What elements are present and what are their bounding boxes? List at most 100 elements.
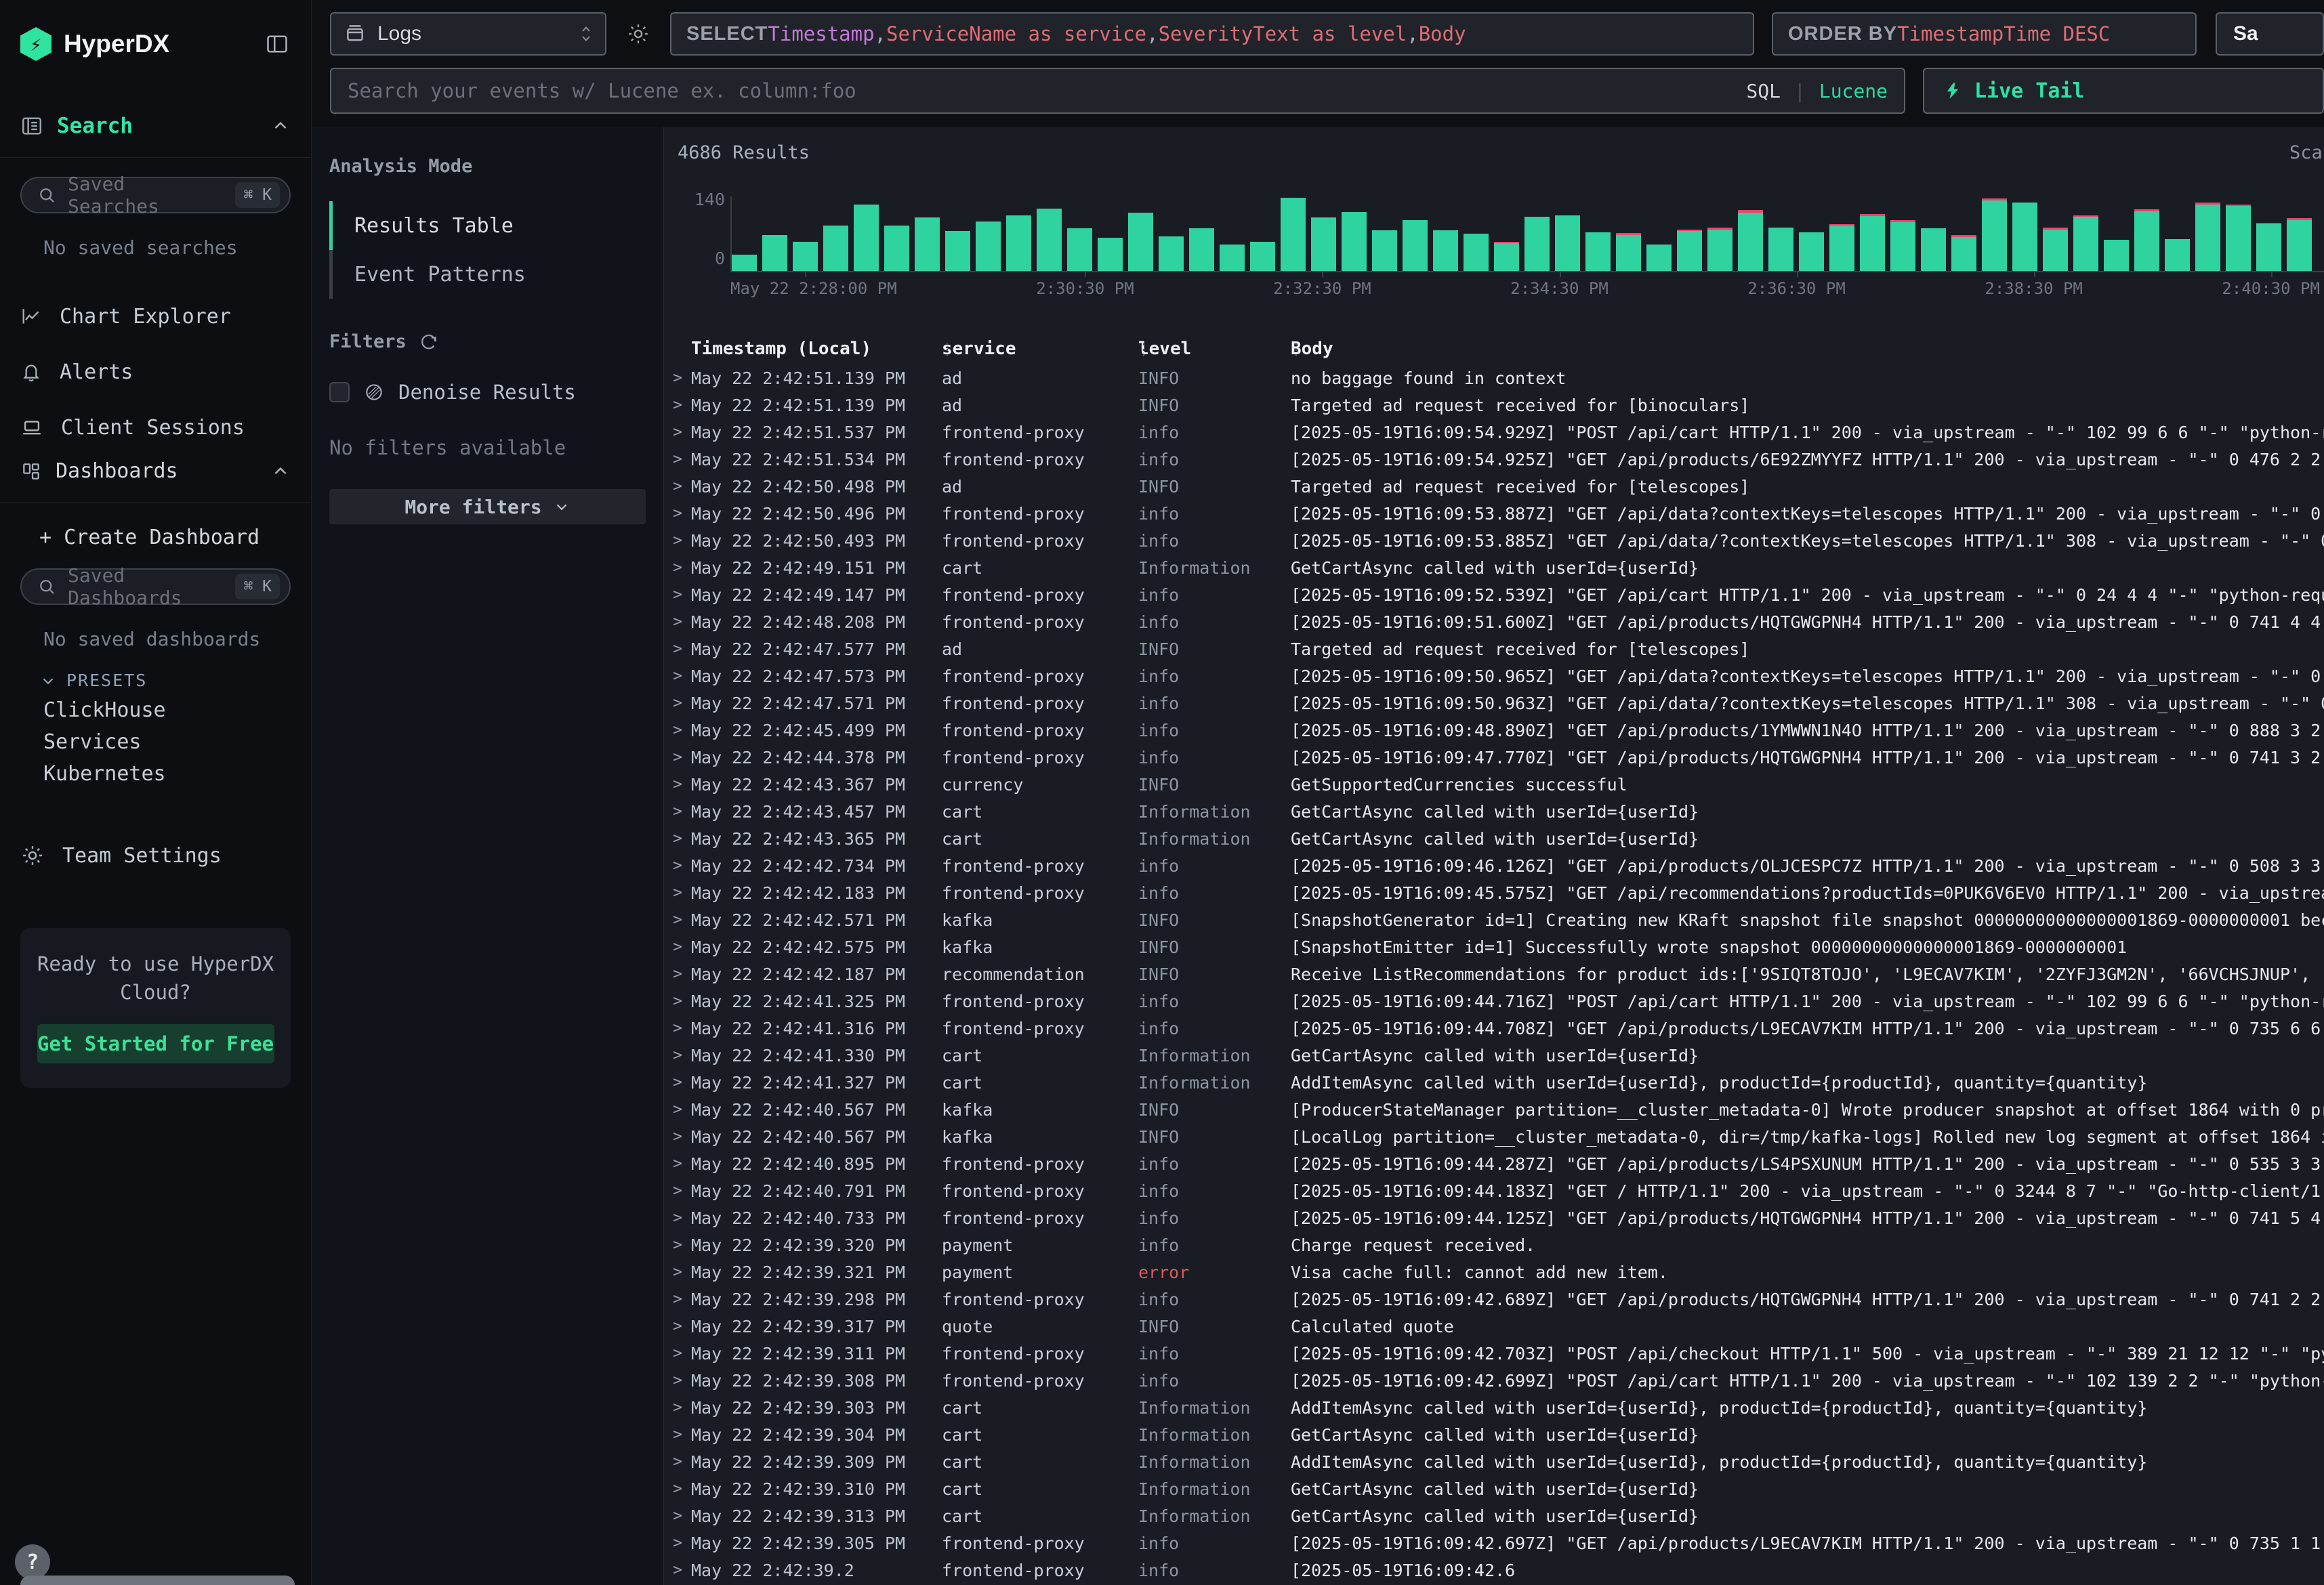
table-row[interactable]: >May 22 2:42:51.537 PMfrontend-proxyinfo… — [664, 419, 2324, 446]
row-expand-chevron[interactable]: > — [664, 1345, 691, 1362]
row-expand-chevron[interactable]: > — [664, 369, 691, 387]
row-expand-chevron[interactable]: > — [664, 1317, 691, 1335]
row-expand-chevron[interactable]: > — [664, 721, 691, 739]
table-row[interactable]: >May 22 2:42:43.457 PMcartInformationGet… — [664, 798, 2324, 825]
saved-searches-input[interactable]: Saved Searches ⌘ K — [20, 177, 291, 213]
table-row[interactable]: >May 22 2:42:50.493 PMfrontend-proxyinfo… — [664, 527, 2324, 554]
row-expand-chevron[interactable]: > — [664, 532, 691, 549]
table-row[interactable]: >May 22 2:42:47.573 PMfrontend-proxyinfo… — [664, 662, 2324, 690]
live-tail-button[interactable]: Live Tail — [1923, 68, 2324, 114]
table-row[interactable]: >May 22 2:42:39.304 PMcartInformationGet… — [664, 1421, 2324, 1448]
sidebar-item-chart-explorer[interactable]: Chart Explorer — [0, 289, 311, 344]
get-started-button[interactable]: Get Started for Free — [37, 1024, 274, 1063]
row-expand-chevron[interactable]: > — [664, 857, 691, 874]
row-expand-chevron[interactable]: > — [664, 450, 691, 468]
row-expand-chevron[interactable]: > — [664, 1263, 691, 1281]
saved-dashboards-input[interactable]: Saved Dashboards ⌘ K — [20, 568, 291, 605]
row-expand-chevron[interactable]: > — [664, 1101, 691, 1118]
table-row[interactable]: >May 22 2:42:42.571 PMkafkaINFO[Snapshot… — [664, 906, 2324, 933]
table-row[interactable]: >May 22 2:42:41.316 PMfrontend-proxyinfo… — [664, 1015, 2324, 1042]
table-row[interactable]: >May 22 2:42:40.895 PMfrontend-proxyinfo… — [664, 1150, 2324, 1177]
row-expand-chevron[interactable]: > — [664, 1507, 691, 1525]
source-select[interactable]: Logs — [330, 12, 606, 56]
table-row[interactable]: >May 22 2:42:51.139 PMadINFOno baggage f… — [664, 364, 2324, 392]
row-expand-chevron[interactable]: > — [664, 667, 691, 685]
row-expand-chevron[interactable]: > — [664, 559, 691, 576]
table-row[interactable]: >May 22 2:42:47.577 PMadINFOTargeted ad … — [664, 635, 2324, 662]
row-expand-chevron[interactable]: > — [664, 694, 691, 712]
row-expand-chevron[interactable]: > — [664, 884, 691, 902]
events-histogram[interactable]: 140 0 May 22 2:28:00 PM2:30:30 PM2:32:30… — [678, 176, 2324, 298]
row-expand-chevron[interactable]: > — [664, 911, 691, 929]
table-row[interactable]: >May 22 2:42:39.2frontend-proxyinfo[2025… — [664, 1557, 2324, 1584]
row-expand-chevron[interactable]: > — [664, 1290, 691, 1308]
table-row[interactable]: >May 22 2:42:39.308 PMfrontend-proxyinfo… — [664, 1367, 2324, 1394]
more-filters-button[interactable]: More filters — [329, 489, 646, 524]
row-expand-chevron[interactable]: > — [664, 965, 691, 983]
table-row[interactable]: >May 22 2:42:39.311 PMfrontend-proxyinfo… — [664, 1340, 2324, 1367]
table-row[interactable]: >May 22 2:42:49.147 PMfrontend-proxyinfo… — [664, 581, 2324, 608]
preset-item-clickhouse[interactable]: ClickHouse — [0, 694, 311, 726]
create-dashboard-button[interactable]: + Create Dashboard — [0, 503, 311, 549]
denoise-checkbox[interactable] — [329, 382, 350, 402]
row-expand-chevron[interactable]: > — [664, 1019, 691, 1037]
row-expand-chevron[interactable]: > — [664, 1561, 691, 1579]
row-expand-chevron[interactable]: > — [664, 1209, 691, 1227]
table-row[interactable]: >May 22 2:42:47.571 PMfrontend-proxyinfo… — [664, 690, 2324, 717]
chevron-up-icon[interactable] — [270, 116, 291, 136]
table-row[interactable]: >May 22 2:42:49.151 PMcartInformationGet… — [664, 554, 2324, 581]
row-expand-chevron[interactable]: > — [664, 830, 691, 847]
column-resize-handle[interactable]: ⋮⋮ — [1138, 340, 1152, 359]
table-row[interactable]: >May 22 2:42:51.534 PMfrontend-proxyinfo… — [664, 446, 2324, 473]
table-row[interactable]: >May 22 2:42:42.183 PMfrontend-proxyinfo… — [664, 879, 2324, 906]
row-expand-chevron[interactable]: > — [664, 478, 691, 495]
row-expand-chevron[interactable]: > — [664, 1426, 691, 1443]
row-expand-chevron[interactable]: > — [664, 1074, 691, 1091]
row-expand-chevron[interactable]: > — [664, 613, 691, 631]
chevron-up-icon[interactable] — [270, 461, 291, 482]
analysis-mode-event-patterns[interactable]: Event Patterns — [329, 250, 646, 299]
row-expand-chevron[interactable]: > — [664, 803, 691, 820]
table-row[interactable]: >May 22 2:42:40.567 PMkafkaINFO[LocalLog… — [664, 1123, 2324, 1150]
row-expand-chevron[interactable]: > — [664, 1182, 691, 1200]
row-expand-chevron[interactable]: > — [664, 1453, 691, 1471]
column-resize-handle[interactable]: ⋮⋮ — [942, 340, 955, 359]
table-row[interactable]: >May 22 2:42:50.498 PMadINFOTargeted ad … — [664, 473, 2324, 500]
table-row[interactable]: >May 22 2:42:41.330 PMcartInformationGet… — [664, 1042, 2324, 1069]
table-row[interactable]: >May 22 2:42:42.187 PMrecommendationINFO… — [664, 960, 2324, 988]
table-row[interactable]: >May 22 2:42:39.309 PMcartInformationAdd… — [664, 1448, 2324, 1475]
table-row[interactable]: >May 22 2:42:40.733 PMfrontend-proxyinfo… — [664, 1204, 2324, 1231]
sidebar-item-alerts[interactable]: Alerts — [0, 344, 311, 400]
presets-toggle[interactable]: PRESETS — [0, 650, 311, 690]
sidebar-item-client-sessions[interactable]: Client Sessions — [0, 400, 311, 455]
save-button[interactable]: Sa — [2216, 12, 2324, 56]
help-button[interactable]: ? — [15, 1544, 50, 1580]
table-row[interactable]: >May 22 2:42:39.321 PMpaymenterrorVisa c… — [664, 1259, 2324, 1286]
sidebar-item-search[interactable]: Search — [0, 114, 311, 138]
column-header-level[interactable]: ⋮⋮level — [1138, 339, 1291, 359]
table-row[interactable]: >May 22 2:42:42.575 PMkafkaINFO[Snapshot… — [664, 933, 2324, 960]
row-expand-chevron[interactable]: > — [664, 640, 691, 658]
row-expand-chevron[interactable]: > — [664, 396, 691, 414]
row-expand-chevron[interactable]: > — [664, 992, 691, 1010]
table-row[interactable]: >May 22 2:42:43.365 PMcartInformationGet… — [664, 825, 2324, 852]
row-expand-chevron[interactable]: > — [664, 1372, 691, 1389]
table-row[interactable]: >May 22 2:42:43.367 PMcurrencyINFOGetSup… — [664, 771, 2324, 798]
row-expand-chevron[interactable]: > — [664, 776, 691, 793]
table-row[interactable]: >May 22 2:42:51.139 PMadINFOTargeted ad … — [664, 392, 2324, 419]
row-expand-chevron[interactable]: > — [664, 1047, 691, 1064]
collapse-sidebar-icon[interactable] — [264, 32, 291, 56]
table-row[interactable]: >May 22 2:42:41.325 PMfrontend-proxyinfo… — [664, 988, 2324, 1015]
preset-item-kubernetes[interactable]: Kubernetes — [0, 758, 311, 790]
table-row[interactable]: >May 22 2:42:42.734 PMfrontend-proxyinfo… — [664, 852, 2324, 879]
refresh-icon[interactable] — [419, 332, 439, 352]
table-row[interactable]: >May 22 2:42:39.317 PMquoteINFOCalculate… — [664, 1313, 2324, 1340]
table-row[interactable]: >May 22 2:42:41.327 PMcartInformationAdd… — [664, 1069, 2324, 1096]
row-expand-chevron[interactable]: > — [664, 1236, 691, 1254]
column-resize-handle[interactable]: ⋮⋮ — [1291, 340, 1304, 359]
mode-lucene-toggle[interactable]: Lucene — [1819, 80, 1888, 102]
row-expand-chevron[interactable]: > — [664, 505, 691, 522]
table-row[interactable]: >May 22 2:42:39.298 PMfrontend-proxyinfo… — [664, 1286, 2324, 1313]
row-expand-chevron[interactable]: > — [664, 586, 691, 604]
analysis-mode-results-table[interactable]: Results Table — [329, 201, 646, 250]
